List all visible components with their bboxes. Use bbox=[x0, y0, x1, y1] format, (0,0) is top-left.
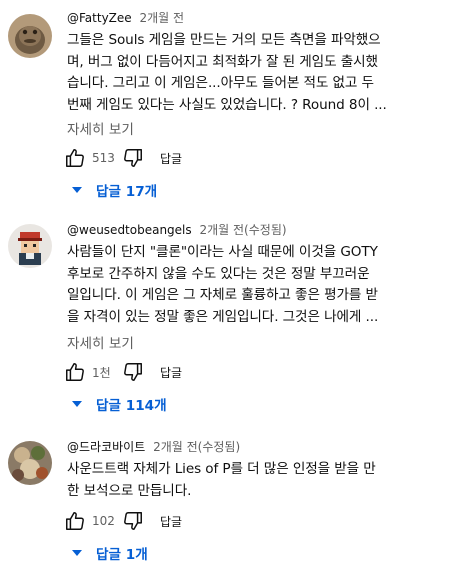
read-more-button[interactable]: 자세히 보기 bbox=[67, 332, 134, 352]
caret-down-icon bbox=[72, 187, 82, 193]
avatar[interactable] bbox=[8, 224, 52, 268]
comment-line: 일입니다. 이 게임은 그 자체로 훌륭하고 좋은 평가를 받 bbox=[67, 287, 378, 304]
comment-header: @FattyZee 2개월 전 bbox=[67, 10, 184, 27]
comment-text: 그들은 Souls 게임을 만드는 거의 모든 측면을 파악했으 며, 버그 없… bbox=[67, 30, 412, 116]
action-bar: 1천 답글 bbox=[64, 360, 182, 384]
thumbs-up-icon[interactable] bbox=[64, 361, 86, 383]
view-replies-button[interactable]: 답글 1개 bbox=[72, 541, 148, 565]
action-bar: 102 답글 bbox=[64, 509, 182, 533]
thumbs-down-icon[interactable] bbox=[122, 510, 144, 532]
timestamp[interactable]: 2개월 전 bbox=[139, 11, 184, 25]
view-replies-button[interactable]: 답글 114개 bbox=[72, 392, 167, 416]
comment-line: 그들은 Souls 게임을 만드는 거의 모든 측면을 파악했으 bbox=[67, 32, 381, 48]
caret-down-icon bbox=[72, 401, 82, 407]
thumbs-up-icon[interactable] bbox=[64, 147, 86, 169]
timestamp[interactable]: 2개월 전(수정됨) bbox=[199, 223, 286, 237]
comment-text: 사람들이 단지 "클론"이라는 사실 때문에 이것을 GOTY 후보로 간주하지… bbox=[67, 242, 412, 328]
timestamp[interactable]: 2개월 전(수정됨) bbox=[153, 440, 240, 454]
thumbs-down-icon[interactable] bbox=[122, 361, 144, 383]
caret-down-icon bbox=[72, 550, 82, 556]
author-name[interactable]: @드라코바이트 bbox=[67, 440, 145, 454]
comment-header: @드라코바이트 2개월 전(수정됨) bbox=[67, 439, 240, 456]
comment-thread: @weusedtobeangels 2개월 전(수정됨) 사람들이 단지 "클론… bbox=[0, 222, 455, 418]
replies-count: 답글 1개 bbox=[96, 547, 148, 563]
like-count: 513 bbox=[92, 151, 115, 165]
comment-header: @weusedtobeangels 2개월 전(수정됨) bbox=[67, 222, 287, 239]
view-replies-button[interactable]: 답글 17개 bbox=[72, 178, 157, 202]
author-name[interactable]: @FattyZee bbox=[67, 11, 132, 25]
comment-line: 후보로 간주하지 않을 수도 있다는 것은 정말 부끄러운 bbox=[67, 265, 370, 282]
comment-line: 번째 게임도 있다는 사실도 있었습니다. ? Round 8이 ... bbox=[67, 96, 387, 113]
comment-text: 사운드트랙 자체가 Lies of P를 더 많은 인정을 받을 만 한 보석으… bbox=[67, 459, 412, 502]
thumbs-down-icon[interactable] bbox=[122, 147, 144, 169]
replies-count: 답글 114개 bbox=[96, 398, 167, 414]
replies-count: 답글 17개 bbox=[96, 184, 158, 200]
avatar[interactable] bbox=[8, 14, 52, 58]
comment-line: 습니다. 그리고 이 게임은...아무도 들어본 적도 없고 두 bbox=[67, 75, 374, 92]
read-more-button[interactable]: 자세히 보기 bbox=[67, 118, 134, 138]
like-count: 102 bbox=[92, 514, 115, 528]
comment-line: 사람들이 단지 "클론"이라는 사실 때문에 이것을 GOTY bbox=[67, 244, 378, 260]
like-count: 1천 bbox=[92, 365, 111, 380]
avatar[interactable] bbox=[8, 441, 52, 485]
comment-line: 한 보석으로 만듭니다. bbox=[67, 482, 192, 499]
reply-button[interactable]: 답글 bbox=[160, 150, 182, 167]
comment-line: 을 자격이 있는 정말 좋은 게임입니다. 그것은 나에게 ... bbox=[67, 308, 379, 325]
comment-line: 사운드트랙 자체가 Lies of P를 더 많은 인정을 받을 만 bbox=[67, 461, 376, 477]
action-bar: 513 답글 bbox=[64, 146, 182, 170]
thumbs-up-icon[interactable] bbox=[64, 510, 86, 532]
comment-thread: @FattyZee 2개월 전 그들은 Souls 게임을 만드는 거의 모든 … bbox=[0, 10, 455, 200]
comment-line: 며, 버그 없이 다듬어지고 최적화가 잘 된 게임도 출시했 bbox=[67, 53, 378, 70]
comment-thread: @드라코바이트 2개월 전(수정됨) 사운드트랙 자체가 Lies of P를 … bbox=[0, 439, 455, 569]
reply-button[interactable]: 답글 bbox=[160, 513, 182, 530]
reply-button[interactable]: 답글 bbox=[160, 364, 182, 381]
author-name[interactable]: @weusedtobeangels bbox=[67, 223, 192, 237]
